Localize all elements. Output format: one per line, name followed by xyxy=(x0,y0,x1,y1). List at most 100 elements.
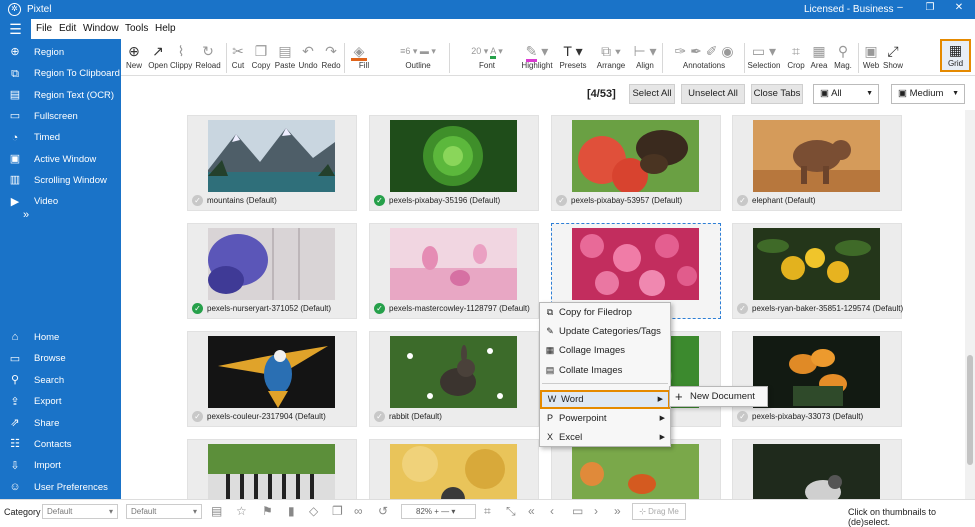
context-menu-item-collate-images[interactable]: ▤ Collate Images xyxy=(540,361,670,380)
thumbnail-tile[interactable]: ✓ pexels-mastercowley-1128797 (Default) xyxy=(369,223,539,319)
cut-button[interactable]: ✂ Cut xyxy=(229,41,247,75)
clippy-button[interactable]: ⌇ Clippy xyxy=(170,41,192,75)
thumbnail-tile[interactable]: ✓ pexels-pixabay-33073 (Default) xyxy=(732,331,902,427)
sidebar-item-scrolling-window[interactable]: ▥ Scrolling Window xyxy=(8,173,107,189)
thumbnail-image[interactable] xyxy=(572,228,699,300)
menu-tools[interactable]: Tools xyxy=(125,23,148,34)
thumbnail-tile[interactable]: ✓ rabbit (Default) xyxy=(369,331,539,427)
restore-icon[interactable]: ❐ xyxy=(923,2,937,13)
crop-button[interactable]: ⌗ Crop xyxy=(784,41,808,75)
sidebar-item-timed[interactable]: ◔ Timed xyxy=(8,130,60,146)
reload-button[interactable]: ↻ Reload xyxy=(194,41,222,75)
thumbnail-image[interactable] xyxy=(753,336,880,408)
show-button[interactable]: ⤢ Show xyxy=(882,41,904,75)
thumbnail-tile[interactable]: ✓ pexels-couleur-2317904 (Default) xyxy=(187,331,357,427)
annotations-button[interactable]: ✑ ✒ ✐ ◉ Annotations xyxy=(665,41,743,75)
sidebar-item-region-to-clipboard[interactable]: ⧉ Region To Clipboard xyxy=(8,66,120,82)
link-icon[interactable]: ∞ xyxy=(354,504,363,518)
context-menu-item-word[interactable]: W Word ▶ xyxy=(540,390,670,409)
thumbnail-image[interactable] xyxy=(753,120,880,192)
context-menu-item-collage-images[interactable]: ▦ Collage Images xyxy=(540,341,670,360)
redo-button[interactable]: ↷ Redo xyxy=(320,41,342,75)
menu-edit[interactable]: Edit xyxy=(59,23,76,34)
sidebar-item-video[interactable]: ▶ Video xyxy=(8,194,58,210)
thumbnail-image[interactable] xyxy=(208,444,335,499)
size-dropdown[interactable]: ▣ Medium ▼ xyxy=(891,84,965,104)
arrange-button[interactable]: ⧉ ▾ Arrange xyxy=(593,41,629,75)
checked-icon[interactable]: ✓ xyxy=(374,303,385,315)
zoom-control[interactable]: 82% + — ▾ xyxy=(401,504,476,519)
undo-button[interactable]: ↶ Undo xyxy=(297,41,319,75)
bookmark-icon[interactable]: ▮ xyxy=(288,504,295,518)
drag-me-button[interactable]: ⊹ Drag Me xyxy=(632,503,686,520)
history-icon[interactable]: ↺ xyxy=(378,504,388,518)
selection-button[interactable]: ▭ ▾ Selection xyxy=(747,41,781,75)
sidebar-item-share[interactable]: ⇗ Share xyxy=(8,416,59,432)
context-menu-item-powerpoint[interactable]: P Powerpoint ▶ xyxy=(540,409,670,428)
area-button[interactable]: ▦ Area xyxy=(808,41,830,75)
align-button[interactable]: ⊢ ▾ Align xyxy=(631,41,659,75)
context-menu-item-update-categories-tags[interactable]: ✎ Update Categories/Tags xyxy=(540,322,670,341)
minimize-icon[interactable]: – xyxy=(893,2,907,13)
new-document-menu-item[interactable]: + New Document xyxy=(670,387,767,406)
close-tabs-button[interactable]: Close Tabs xyxy=(751,84,803,104)
magnifier-button[interactable]: ⚲ Mag. xyxy=(831,41,855,75)
star-icon[interactable]: ☆ xyxy=(236,504,247,518)
thumbnail-image[interactable] xyxy=(572,120,699,192)
flag-icon[interactable]: ⚑ xyxy=(262,504,273,518)
unchecked-icon[interactable]: ✓ xyxy=(737,303,748,315)
thumbnail-tile[interactable]: ✓ pexels-pixabay-53957 (Default) xyxy=(551,115,721,211)
select-all-button[interactable]: Select All xyxy=(629,84,675,104)
unchecked-icon[interactable]: ✓ xyxy=(556,195,567,207)
context-menu-item-excel[interactable]: X Excel ▶ xyxy=(540,428,670,447)
scrollbar-thumb[interactable] xyxy=(967,355,973,465)
presets-button[interactable]: T ▾ Presets xyxy=(558,41,588,75)
close-icon[interactable]: ✕ xyxy=(952,2,966,13)
thumbnail-image[interactable] xyxy=(390,228,517,300)
notes-icon[interactable]: ▤ xyxy=(211,504,222,518)
thumbnail-tile[interactable] xyxy=(369,439,539,499)
sidebar-item-export[interactable]: ⇪ Export xyxy=(8,394,61,410)
thumbnail-image[interactable] xyxy=(753,444,880,499)
grid-button[interactable]: ▦ Grid xyxy=(940,39,971,72)
sidebar-item-browse[interactable]: ▭ Browse xyxy=(8,351,66,367)
page-icon[interactable]: ▭ xyxy=(572,504,583,518)
paste-button[interactable]: ▤ Paste xyxy=(274,41,296,75)
unchecked-icon[interactable]: ✓ xyxy=(192,195,203,207)
unselect-all-button[interactable]: Unselect All xyxy=(681,84,745,104)
thumbnail-image[interactable] xyxy=(753,228,880,300)
sidebar-item-import[interactable]: ⇩ Import xyxy=(8,458,61,474)
thumbnail-image[interactable] xyxy=(208,228,335,300)
fit-screen-icon[interactable]: ⌗ xyxy=(484,504,491,519)
thumbnail-tile[interactable]: ✓ pexels-nurseryart-371052 (Default) xyxy=(187,223,357,319)
unchecked-icon[interactable]: ✓ xyxy=(374,411,385,423)
secondary-category-dropdown[interactable]: Default ▾ xyxy=(126,504,202,519)
open-button[interactable]: ↗ Open xyxy=(146,41,170,75)
thumbnail-tile[interactable] xyxy=(187,439,357,499)
hamburger-menu-icon[interactable]: ☰ xyxy=(0,19,31,39)
new-button[interactable]: ⊕ New xyxy=(124,41,144,75)
sidebar-item-fullscreen[interactable]: ▭ Fullscreen xyxy=(8,109,78,125)
highlight-button[interactable]: ✎ ▾ Highlight xyxy=(519,41,555,75)
thumbnail-tile[interactable]: ✓ pexels-pixabay-35196 (Default) xyxy=(369,115,539,211)
tag-icon[interactable]: ◇ xyxy=(309,504,318,518)
checked-icon[interactable]: ✓ xyxy=(192,303,203,315)
first-page-icon[interactable]: « xyxy=(528,504,535,518)
thumbnail-tile[interactable] xyxy=(732,439,902,499)
category-dropdown[interactable]: Default ▾ xyxy=(42,504,118,519)
last-page-icon[interactable]: » xyxy=(614,504,621,518)
next-icon[interactable]: › xyxy=(594,504,598,518)
web-button[interactable]: ▣ Web xyxy=(860,41,882,75)
sidebar-item-home[interactable]: ⌂ Home xyxy=(8,330,60,346)
thumbnail-image[interactable] xyxy=(572,444,699,499)
thumbnail-image[interactable] xyxy=(208,120,335,192)
checked-icon[interactable]: ✓ xyxy=(374,195,385,207)
outline-control[interactable]: ≡6 ▾ ▬ ▾ Outline xyxy=(383,41,453,75)
thumbnail-tile[interactable]: ✓ pexels-ryan-baker-35851-129574 (Default… xyxy=(732,223,903,319)
sidebar-item-region-text-ocr[interactable]: ▤ Region Text (OCR) xyxy=(8,88,114,104)
fill-button[interactable]: ◈ Fill xyxy=(347,41,381,75)
thumbnail-tile[interactable]: ✓ elephant (Default) xyxy=(732,115,902,211)
filter-dropdown[interactable]: ▣ All ▼ xyxy=(813,84,879,104)
menu-file[interactable]: File xyxy=(36,23,52,34)
sidebar-expand-icon[interactable]: » xyxy=(23,209,29,221)
